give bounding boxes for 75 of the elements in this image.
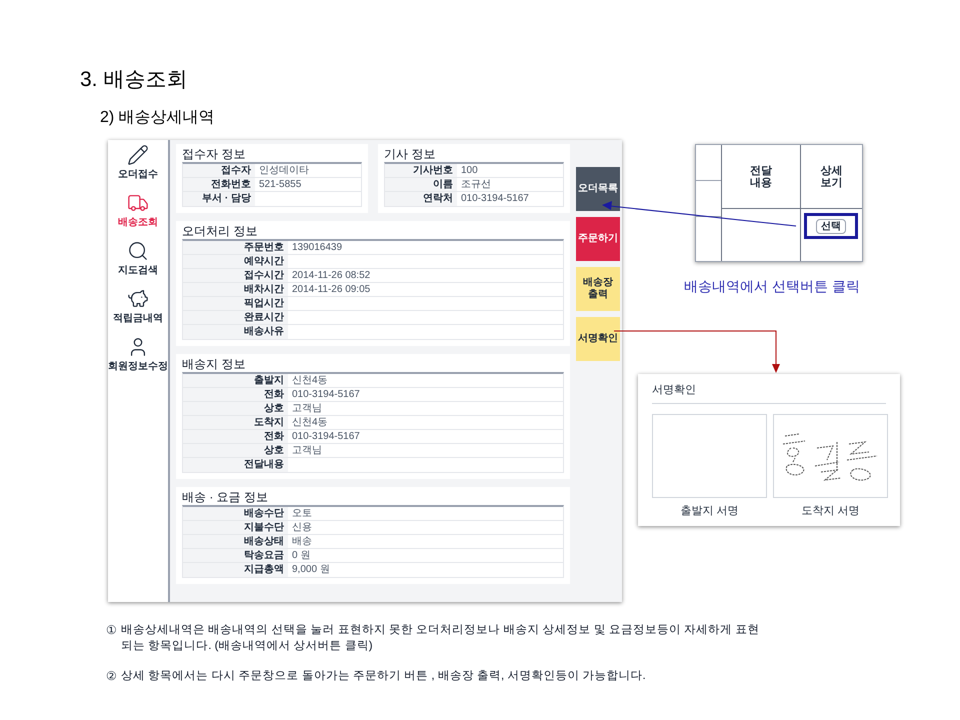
signature-label: 도착지 서명 (801, 504, 860, 519)
slide-subtitle: 2) 배송상세내역 (100, 108, 215, 128)
field-label: 배차시간 (183, 283, 288, 296)
note-text: 배송상세내역은 배송내역의 선택을 눌러 표현하지 못한 오더처리정보나 배송지 상세정보 및 요금정보등이 자세하게 표현되는 항목입니다. (배송내역에서 상서버튼 클릭) (121, 623, 760, 654)
field-value: 배송 (291, 535, 312, 548)
field-label: 도착지 (183, 416, 288, 429)
field-label: 상호 (183, 402, 288, 415)
field-label: 이름 (385, 178, 457, 191)
field-label: 픽업시간 (183, 297, 288, 310)
field-label: 완료시간 (183, 311, 288, 324)
field-value: 2014-11-26 08:52 (291, 269, 370, 282)
search-icon (127, 240, 149, 262)
action-button[interactable]: 주문하기 (576, 217, 620, 261)
select-button[interactable]: 선택 (816, 218, 846, 234)
field-label: 연락처 (385, 192, 457, 206)
field-value: 신천4동 (291, 416, 328, 429)
note-marker: ② (106, 668, 117, 684)
field-value: 조규선 (460, 178, 491, 191)
action-button[interactable]: 서명확인 (576, 317, 620, 361)
field-value: 100 (460, 164, 478, 177)
field-value: 오토 (291, 507, 312, 520)
field-label: 접수자 (183, 164, 255, 177)
card-title: 배송지 정보 (182, 356, 246, 372)
field-label: 배송상태 (183, 535, 288, 548)
field-label: 배송수단 (183, 507, 288, 520)
note-text: 상세 항목에서는 다시 주문창으로 돌아가는 주문하기 버튼 , 배송장 출력, 서명확인등이 가능합니다. (121, 669, 646, 684)
field-value: 고객님 (291, 444, 322, 457)
field-label: 전달내용 (183, 458, 288, 472)
field-label: 지불수단 (183, 521, 288, 534)
field-label: 전화번호 (183, 178, 255, 191)
field-label: 전화 (183, 430, 288, 443)
pencil-icon (127, 144, 149, 166)
field-label: 예약시간 (183, 255, 288, 268)
card-title: 배송 · 요금 정보 (182, 489, 269, 505)
sidebar-item[interactable]: 회원정보수정 (108, 336, 168, 380)
field-value: 2014-11-26 09:05 (291, 283, 370, 296)
field-label: 주문번호 (183, 241, 288, 254)
sidebar-item[interactable]: 배송조회 (108, 192, 168, 236)
field-value: 인성데이타 (258, 164, 309, 177)
field-value: 010-3194-5167 (291, 388, 360, 401)
action-button[interactable]: 배송장 출력 (576, 267, 620, 311)
field-value: 신천4동 (291, 374, 328, 387)
field-label: 전화 (183, 388, 288, 401)
field-value: 139016439 (291, 241, 342, 254)
inset-caption: 배송내역에서 선택버튼 클릭 (684, 277, 860, 296)
field-label: 배송사유 (183, 325, 288, 339)
field-label: 출발지 (183, 374, 288, 387)
field-value: 010-3194-5167 (460, 192, 529, 206)
field-value: 0 원 (291, 549, 310, 562)
field-label: 지급총액 (183, 563, 288, 577)
field-label: 부서 · 담당 (183, 192, 255, 206)
signature-label: 출발지 서명 (680, 504, 739, 519)
column-header: 상세 보기 (820, 164, 844, 188)
field-value: 521-5855 (258, 178, 302, 191)
piggy-bank-icon (127, 288, 149, 310)
slide-title: 3. 배송조회 (80, 67, 188, 93)
field-value: 신용 (291, 521, 312, 534)
field-label: 접수시간 (183, 269, 288, 282)
action-button[interactable]: 오더목록 (576, 167, 620, 211)
field-value: 010-3194-5167 (291, 430, 360, 443)
field-value: 9,000 원 (291, 563, 330, 577)
field-label: 기사번호 (385, 164, 457, 177)
column-header: 전달 내용 (749, 164, 773, 188)
note-marker: ① (106, 622, 117, 639)
sidebar-item[interactable]: 지도검색 (108, 240, 168, 284)
truck-icon (127, 192, 149, 214)
sidebar-item[interactable]: 오더접수 (108, 144, 168, 188)
sidebar-item[interactable]: 적립금내역 (108, 288, 168, 332)
field-value: 고객님 (291, 402, 322, 415)
field-label: 상호 (183, 444, 288, 457)
field-label: 탁송요금 (183, 549, 288, 562)
panel-title: 서명확인 (652, 383, 697, 398)
card-title: 기사 정보 (384, 146, 436, 162)
card-title: 오더처리 정보 (182, 223, 258, 239)
card-title: 접수자 정보 (182, 146, 246, 162)
